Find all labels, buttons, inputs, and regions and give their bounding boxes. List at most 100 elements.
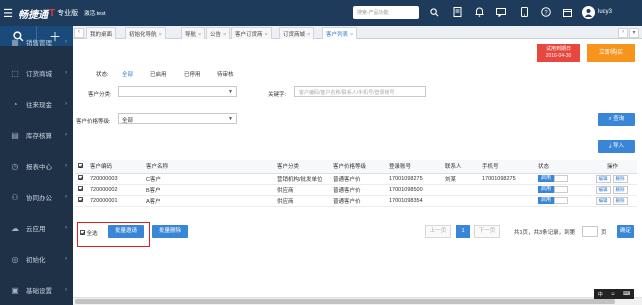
message-icon[interactable] bbox=[494, 5, 508, 19]
category-select[interactable]: ▼ bbox=[118, 86, 237, 97]
sidebar-item-inventory[interactable]: ▤ 库存核算 › bbox=[0, 127, 73, 143]
row-checkbox-cell[interactable] bbox=[75, 195, 87, 207]
status-toggle-off[interactable] bbox=[554, 186, 569, 193]
next-page-button[interactable]: 下一页 bbox=[474, 225, 500, 238]
close-icon[interactable]: × bbox=[198, 32, 201, 38]
status-filter-pending[interactable]: 待审核 bbox=[217, 70, 234, 78]
edit-button[interactable]: 编辑 bbox=[595, 196, 611, 205]
price-level-select[interactable]: 全部 ▼ bbox=[118, 113, 237, 124]
status-filter-all[interactable]: 全部 bbox=[122, 70, 133, 78]
tab-notice[interactable]: 公告 × bbox=[206, 27, 231, 39]
calendar-icon[interactable] bbox=[560, 5, 574, 19]
menu-icon[interactable]: ☰ bbox=[0, 0, 16, 26]
status-toggle-off[interactable] bbox=[554, 175, 569, 182]
close-icon[interactable]: × bbox=[223, 32, 226, 38]
smile-icon[interactable]: ☺ bbox=[610, 291, 615, 297]
cell-price-level: 普通客户价 bbox=[330, 184, 386, 196]
scrollbar-thumb[interactable] bbox=[75, 299, 615, 304]
tab-order-mall[interactable]: 订货商城 × bbox=[279, 27, 315, 39]
tab-desktop[interactable]: 我的桌面 bbox=[86, 27, 117, 39]
sidebar-item-sales[interactable]: ▦ 销售管理 › bbox=[0, 34, 73, 50]
tab-menu-icon[interactable]: ▾ bbox=[629, 28, 639, 38]
import-button[interactable]: ⤓ 导入 bbox=[598, 140, 635, 153]
page-1-button[interactable]: 1 bbox=[456, 225, 470, 238]
checkbox[interactable] bbox=[78, 186, 83, 191]
table-row[interactable]: 720000001 A客户 供应商 普通客户价 17001098354 启用 编… bbox=[75, 195, 637, 207]
status-toggle[interactable]: 启用 bbox=[538, 186, 555, 193]
sidebar-item-order-mall[interactable]: ⬚ 订货商城 › bbox=[0, 65, 73, 81]
prev-page-button[interactable]: 上一页 bbox=[425, 225, 451, 238]
close-icon[interactable]: × bbox=[307, 32, 310, 38]
col-name: 客户名称 bbox=[143, 160, 274, 174]
username[interactable]: lucy3 bbox=[598, 9, 612, 15]
table-row[interactable]: 720000003 C客户 营销机构/批发单位 普通客户价 1700109827… bbox=[75, 173, 637, 185]
query-button[interactable]: ⌕ 查询 bbox=[598, 113, 635, 126]
status-toggle[interactable]: 启用 bbox=[538, 197, 555, 204]
sidebar-item-reports[interactable]: ◷ 报表中心 › bbox=[0, 158, 73, 174]
select-all-header[interactable] bbox=[75, 160, 87, 174]
ime-icon[interactable]: 中 bbox=[598, 291, 603, 298]
checkbox[interactable] bbox=[78, 197, 83, 202]
mobile-icon[interactable] bbox=[517, 5, 531, 19]
bell-icon[interactable] bbox=[472, 5, 486, 19]
tab-prev-icon[interactable]: ‹ bbox=[74, 28, 84, 38]
document-icon[interactable] bbox=[450, 5, 464, 19]
pagination-summary: 共1页，共3条记录，到第 bbox=[514, 230, 576, 236]
collab-icon: ⚇ bbox=[11, 192, 19, 202]
close-icon[interactable]: × bbox=[265, 32, 268, 38]
cell-status: 启用 bbox=[535, 184, 585, 196]
sidebar-item-collab[interactable]: ⚇ 协同办公 › bbox=[0, 189, 73, 205]
cell-status: 启用 bbox=[535, 195, 585, 207]
tab-customer-order[interactable]: 客户订货商 × bbox=[231, 27, 272, 39]
status-filter-disabled[interactable]: 已停用 bbox=[184, 70, 201, 78]
close-icon[interactable]: × bbox=[350, 32, 353, 38]
cell-account: 17001098275 bbox=[386, 173, 442, 185]
batch-invite-button[interactable]: 批量邀请 bbox=[108, 225, 144, 238]
table-row[interactable]: 720000002 B客户 供应商 普通客户价 17001098500 启用 编… bbox=[75, 184, 637, 196]
row-checkbox-cell[interactable] bbox=[75, 173, 87, 185]
goto-page-input[interactable] bbox=[582, 226, 598, 237]
status-toggle[interactable]: 启用 bbox=[538, 175, 555, 182]
horizontal-scrollbar[interactable] bbox=[73, 297, 642, 305]
tab-nav[interactable]: 导航 × bbox=[181, 27, 206, 39]
table-header-row: 客户编码 客户名称 客户分类 客户价格等级 登录账号 联系人 手机号 状态 操作 bbox=[75, 160, 637, 174]
row-checkbox-cell[interactable] bbox=[75, 184, 87, 196]
search-icon[interactable] bbox=[427, 5, 441, 19]
tab-next-icon[interactable]: › bbox=[618, 28, 628, 38]
buy-now-button[interactable]: 立即购买 bbox=[587, 44, 635, 62]
sidebar-item-cash[interactable]: ◔ 往来现金 › bbox=[0, 96, 73, 112]
tab-customer-list[interactable]: 客户列表 × bbox=[322, 27, 358, 39]
status-filter-enabled[interactable]: 已启用 bbox=[150, 70, 167, 78]
delete-button[interactable]: 删除 bbox=[612, 196, 628, 205]
goto-page-button[interactable]: 确定 bbox=[617, 225, 634, 238]
edit-button[interactable]: 编辑 bbox=[595, 185, 611, 194]
keyboard-icon[interactable]: ⌨ bbox=[623, 291, 630, 297]
delete-button[interactable]: 删除 bbox=[612, 174, 628, 183]
cash-icon: ◔ bbox=[12, 99, 18, 109]
sidebar-item-init[interactable]: ◎ 初始化 › bbox=[0, 251, 73, 267]
checkbox[interactable] bbox=[80, 230, 85, 235]
checkbox[interactable] bbox=[78, 162, 83, 168]
search-icon: ⌕ bbox=[608, 116, 612, 122]
keyword-label: 关键字: bbox=[268, 92, 287, 98]
status-toggle-off[interactable] bbox=[554, 197, 569, 204]
activate-link[interactable]: 激活.test bbox=[84, 9, 105, 17]
select-all-checkbox[interactable]: 全选 bbox=[80, 229, 98, 237]
col-code: 客户编码 bbox=[87, 160, 143, 174]
edit-button[interactable]: 编辑 bbox=[595, 174, 611, 183]
close-icon[interactable]: × bbox=[159, 32, 162, 38]
sidebar-item-settings[interactable]: ▣ 基础设置 › bbox=[0, 282, 73, 298]
chevron-right-icon: › bbox=[65, 194, 67, 200]
sidebar-item-cloud[interactable]: ☁ 云应用 › bbox=[0, 220, 73, 236]
avatar[interactable] bbox=[582, 6, 595, 19]
search-input[interactable]: 搜索-产品功能 bbox=[353, 6, 419, 19]
cell-category: 供应商 bbox=[274, 184, 330, 196]
delete-button[interactable]: 删除 bbox=[612, 185, 628, 194]
chevron-right-icon: › bbox=[65, 225, 67, 231]
tab-init-nav[interactable]: 初始化导航 × bbox=[125, 27, 166, 39]
help-icon[interactable]: ? bbox=[539, 5, 553, 19]
batch-delete-button[interactable]: 批量删除 bbox=[152, 225, 188, 238]
keyword-input[interactable]: 客户编码/客户名称/联系人/手机号/登录账号 bbox=[294, 86, 426, 97]
cell-account: 17001098500 bbox=[386, 184, 442, 196]
checkbox[interactable] bbox=[78, 175, 83, 180]
